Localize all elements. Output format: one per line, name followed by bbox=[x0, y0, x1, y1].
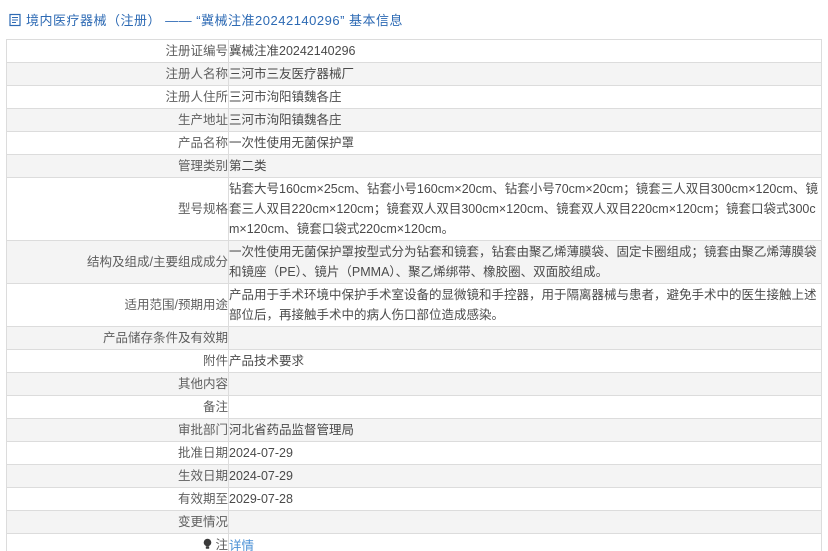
row-label: 注 bbox=[7, 534, 229, 551]
row-value: 第二类 bbox=[229, 155, 822, 178]
registration-info-table-body: 注册证编号冀械注准20242140296注册人名称三河市三友医疗器械厂注册人住所… bbox=[7, 40, 822, 551]
table-row: 注详情 bbox=[7, 534, 822, 551]
table-row: 备注 bbox=[7, 396, 822, 419]
table-row: 注册证编号冀械注准20242140296 bbox=[7, 40, 822, 63]
row-label: 注册人住所 bbox=[7, 86, 229, 109]
table-row: 生产地址三河市泃阳镇魏各庄 bbox=[7, 109, 822, 132]
row-value: 产品用于手术环境中保护手术室设备的显微镜和手控器，用于隔离器械与患者，避免手术中… bbox=[229, 284, 822, 327]
table-row: 产品储存条件及有效期 bbox=[7, 327, 822, 350]
table-row: 注册人名称三河市三友医疗器械厂 bbox=[7, 63, 822, 86]
row-value: 2024-07-29 bbox=[229, 442, 822, 465]
details-link[interactable]: 详情 bbox=[229, 539, 254, 551]
row-value: 三河市泃阳镇魏各庄 bbox=[229, 86, 822, 109]
table-row: 有效期至2029-07-28 bbox=[7, 488, 822, 511]
row-value: 详情 bbox=[229, 534, 822, 551]
table-row: 管理类别第二类 bbox=[7, 155, 822, 178]
row-label: 结构及组成/主要组成成分 bbox=[7, 241, 229, 284]
page-title: 境内医疗器械（注册） —— “冀械注准20242140296” 基本信息 bbox=[26, 10, 403, 29]
row-label: 批准日期 bbox=[7, 442, 229, 465]
table-row: 适用范围/预期用途产品用于手术环境中保护手术室设备的显微镜和手控器，用于隔离器械… bbox=[7, 284, 822, 327]
table-row: 生效日期2024-07-29 bbox=[7, 465, 822, 488]
table-row: 型号规格钻套大号160cm×25cm、钻套小号160cm×20cm、钻套小号70… bbox=[7, 178, 822, 241]
row-label: 产品名称 bbox=[7, 132, 229, 155]
table-row: 结构及组成/主要组成成分一次性使用无菌保护罩按型式分为钻套和镜套，钻套由聚乙烯薄… bbox=[7, 241, 822, 284]
row-label: 附件 bbox=[7, 350, 229, 373]
row-value bbox=[229, 327, 822, 350]
row-label: 型号规格 bbox=[7, 178, 229, 241]
row-label: 其他内容 bbox=[7, 373, 229, 396]
row-label: 变更情况 bbox=[7, 511, 229, 534]
row-label: 有效期至 bbox=[7, 488, 229, 511]
row-label: 适用范围/预期用途 bbox=[7, 284, 229, 327]
document-icon bbox=[8, 13, 22, 27]
row-value: 2024-07-29 bbox=[229, 465, 822, 488]
row-value: 三河市三友医疗器械厂 bbox=[229, 63, 822, 86]
row-label: 审批部门 bbox=[7, 419, 229, 442]
row-value: 三河市泃阳镇魏各庄 bbox=[229, 109, 822, 132]
table-row: 其他内容 bbox=[7, 373, 822, 396]
row-value: 冀械注准20242140296 bbox=[229, 40, 822, 63]
table-row: 审批部门河北省药品监督管理局 bbox=[7, 419, 822, 442]
row-label-text: 注 bbox=[215, 538, 228, 551]
table-row: 产品名称一次性使用无菌保护罩 bbox=[7, 132, 822, 155]
row-label: 注册证编号 bbox=[7, 40, 229, 63]
row-value bbox=[229, 373, 822, 396]
row-label: 备注 bbox=[7, 396, 229, 419]
row-value: 一次性使用无菌保护罩 bbox=[229, 132, 822, 155]
row-label: 产品储存条件及有效期 bbox=[7, 327, 229, 350]
row-value: 河北省药品监督管理局 bbox=[229, 419, 822, 442]
table-row: 附件产品技术要求 bbox=[7, 350, 822, 373]
row-value: 一次性使用无菌保护罩按型式分为钻套和镜套，钻套由聚乙烯薄膜袋、固定卡圈组成；镜套… bbox=[229, 241, 822, 284]
row-label: 注册人名称 bbox=[7, 63, 229, 86]
row-label: 生产地址 bbox=[7, 109, 229, 132]
lightbulb-icon bbox=[202, 536, 213, 551]
row-label: 生效日期 bbox=[7, 465, 229, 488]
row-value: 产品技术要求 bbox=[229, 350, 822, 373]
registration-info-table: 注册证编号冀械注准20242140296注册人名称三河市三友医疗器械厂注册人住所… bbox=[6, 39, 822, 551]
row-value: 钻套大号160cm×25cm、钻套小号160cm×20cm、钻套小号70cm×2… bbox=[229, 178, 822, 241]
row-label: 管理类别 bbox=[7, 155, 229, 178]
page-container: 境内医疗器械（注册） —— “冀械注准20242140296” 基本信息 注册证… bbox=[0, 0, 828, 551]
row-value bbox=[229, 511, 822, 534]
table-row: 批准日期2024-07-29 bbox=[7, 442, 822, 465]
page-header: 境内医疗器械（注册） —— “冀械注准20242140296” 基本信息 bbox=[6, 6, 822, 39]
row-value bbox=[229, 396, 822, 419]
row-value: 2029-07-28 bbox=[229, 488, 822, 511]
table-row: 注册人住所三河市泃阳镇魏各庄 bbox=[7, 86, 822, 109]
table-row: 变更情况 bbox=[7, 511, 822, 534]
